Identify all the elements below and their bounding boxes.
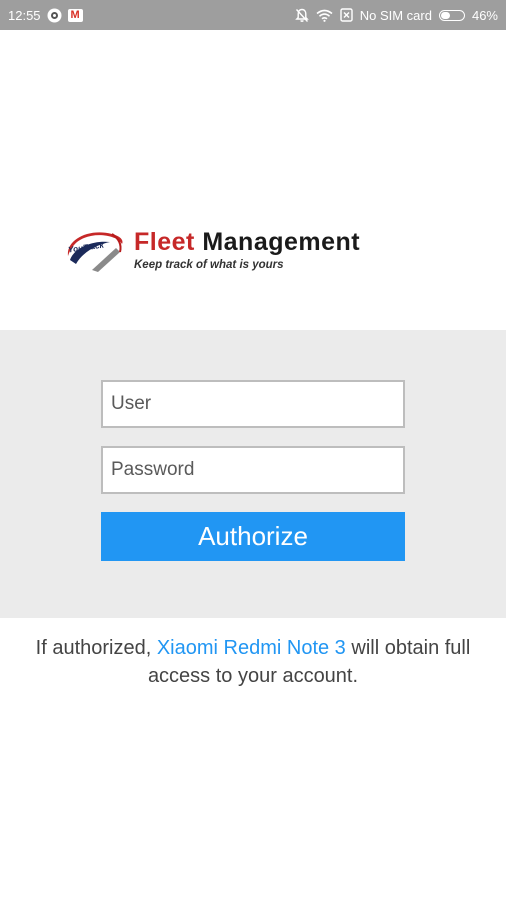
authorize-button[interactable]: Authorize [101, 512, 405, 561]
logo-title-word2: Management [202, 228, 361, 256]
device-name-link: Xiaomi Redmi Note 3 [156, 637, 346, 659]
header-logo-area: YouTrack Fleet Management Keep track of … [0, 30, 506, 330]
battery-level [440, 11, 450, 19]
wifi-icon [316, 9, 333, 22]
camera-icon [47, 8, 62, 23]
gmail-icon: M [67, 8, 83, 22]
torn-edge-divider [0, 606, 506, 618]
mute-bell-icon [294, 8, 309, 23]
status-bar: 12:55 M No SIM card 46% [0, 0, 506, 30]
battery-icon [438, 9, 465, 21]
message-prefix: If authorized, [35, 637, 157, 659]
app-logo: YouTrack Fleet Management Keep track of … [62, 226, 447, 280]
user-input[interactable] [101, 380, 405, 428]
status-time: 12:55 [8, 7, 41, 23]
login-form-panel: Authorize [0, 330, 506, 618]
status-bar-left: 12:55 M [8, 0, 83, 30]
logo-mark: YouTrack [62, 226, 128, 276]
status-bar-right: No SIM card 46% [294, 0, 498, 30]
authorization-message: If authorized, Xiaomi Redmi Note 3 will … [30, 634, 476, 690]
logo-title: Fleet Management [134, 228, 360, 257]
carrier-label: No SIM card [359, 7, 432, 23]
no-sim-icon [340, 8, 353, 22]
logo-tagline: Keep track of what is yours [134, 259, 284, 271]
logo-title-word1: Fleet [134, 228, 195, 256]
password-input[interactable] [101, 446, 405, 494]
battery-percent: 46% [471, 7, 498, 23]
